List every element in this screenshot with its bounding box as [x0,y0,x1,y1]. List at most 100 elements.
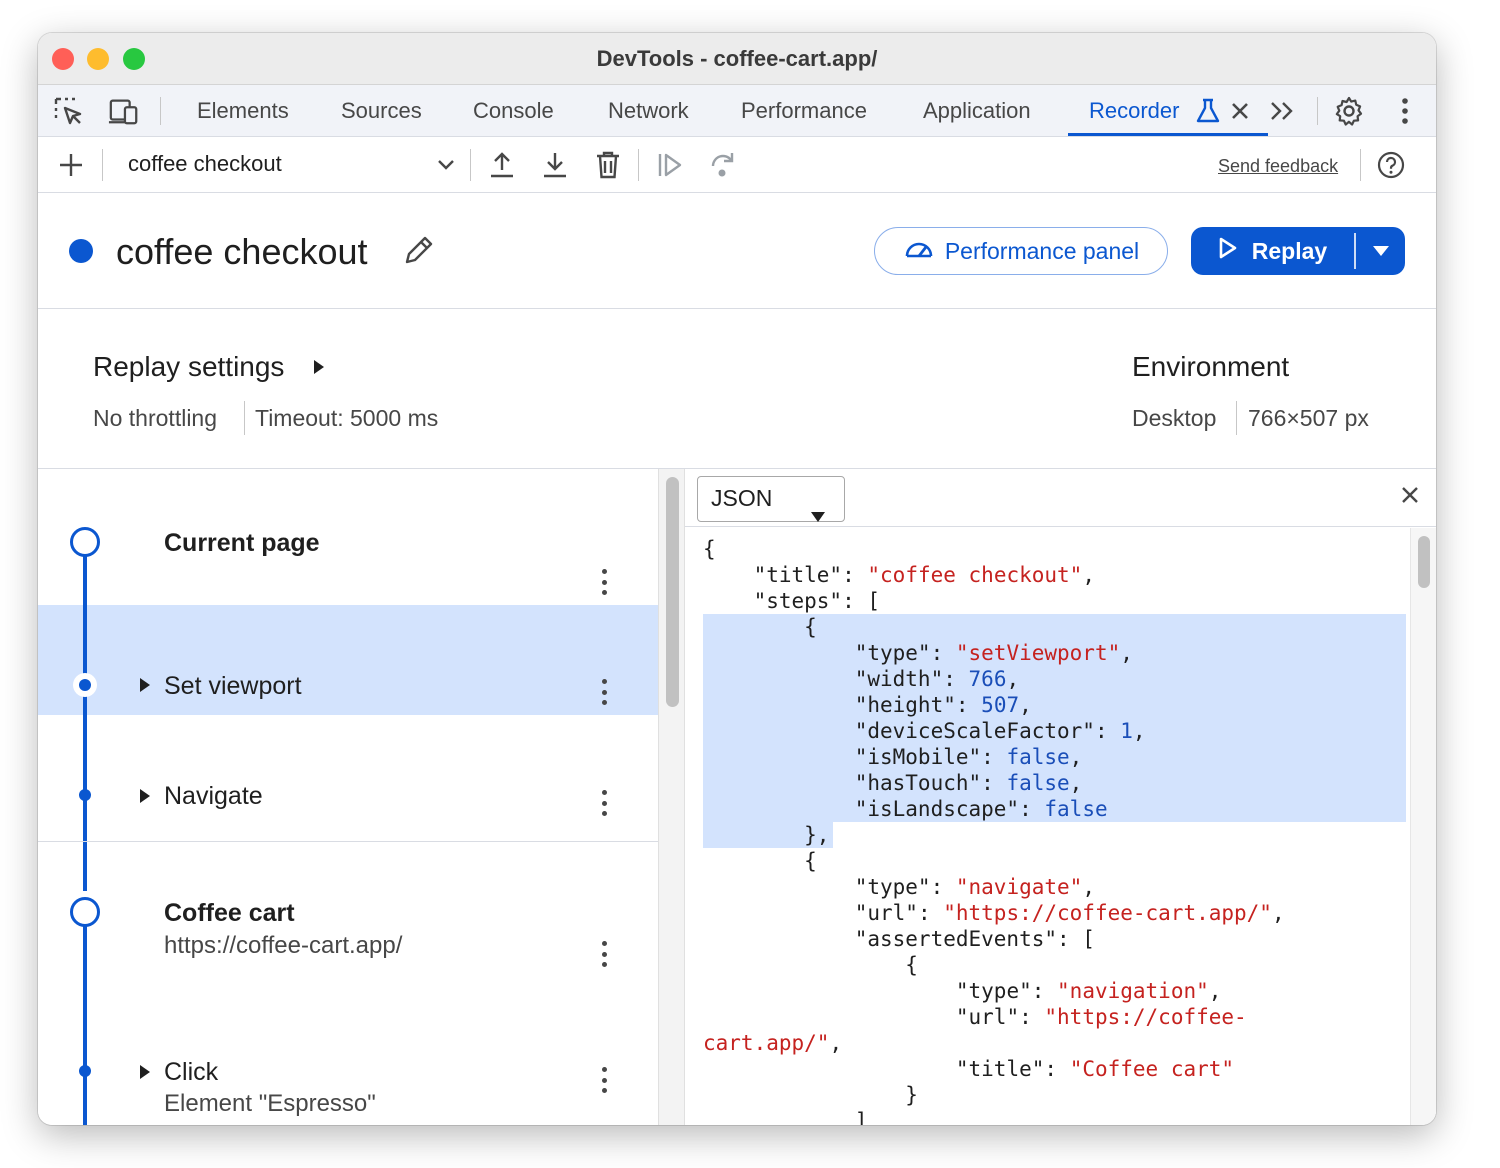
code-token: "hasTouch" [854,771,982,795]
timeline-line [83,926,87,1125]
code-token: { [703,615,817,639]
edit-pencil-icon[interactable] [402,233,436,267]
code-line: "height": 507, [703,692,1032,718]
code-line: "title": "Coffee cart" [703,1056,1234,1082]
code-token: 766 [968,667,1007,691]
tab-console[interactable]: Console [473,85,554,137]
expand-triangle-icon[interactable] [138,677,152,698]
devtools-tab-bar: Elements Sources Console Network Perform… [38,85,1436,137]
step-over-icon[interactable] [707,149,739,181]
devtools-window: DevTools - coffee-cart.app/ Elements Sou… [38,33,1436,1125]
inspect-element-icon[interactable] [52,96,84,126]
active-tab-indicator [1068,133,1268,136]
close-code-panel-icon[interactable] [1398,483,1422,507]
more-tabs-chevron-icon[interactable] [1267,96,1299,126]
code-token: "type" [854,875,931,899]
step-menu-icon[interactable] [594,567,614,597]
code-token: , [1019,693,1032,717]
send-feedback-link[interactable]: Send feedback [1218,156,1338,177]
performance-panel-button[interactable]: Performance panel [874,227,1168,275]
steps-scrollbar-thumb[interactable] [666,477,679,707]
expand-triangle-icon[interactable] [312,359,326,380]
replay-split-button[interactable]: Replay [1191,227,1405,275]
code-token: : [981,745,1007,769]
code-line: "type": "navigate", [703,874,1095,900]
expand-triangle-icon[interactable] [138,788,152,809]
code-token: false [1044,797,1108,821]
code-scrollbar[interactable] [1410,528,1436,1125]
import-download-icon[interactable] [539,149,571,181]
section-divider [38,841,658,842]
device-toolbar-icon[interactable] [108,96,140,126]
recording-title: coffee checkout [116,231,368,272]
code-token: , [1120,641,1133,665]
step-title[interactable]: Set viewport [164,672,302,701]
code-line: ] [703,1108,868,1125]
code-token: { [703,953,918,977]
code-token: "https://coffee-cart.app/" [943,901,1272,925]
tab-network[interactable]: Network [608,85,689,137]
tab-application[interactable]: Application [923,85,1031,137]
code-token: : [981,771,1007,795]
tab-recorder[interactable]: Recorder [1089,85,1179,137]
step-title[interactable]: Navigate [164,782,263,811]
step-node [73,673,97,697]
step-subtitle: Element "Espresso" [164,1090,376,1117]
tab-elements[interactable]: Elements [197,85,289,137]
section-node [70,897,100,927]
tab-sources[interactable]: Sources [341,85,422,137]
code-token: : [930,875,956,899]
code-line: "url": "https://coffee- [703,1004,1247,1030]
more-options-icon[interactable] [1389,96,1421,126]
recorder-toolbar: coffee checkout Send feedback [38,137,1436,193]
code-line: "url": "https://coffee-cart.app/", [703,900,1285,926]
expand-triangle-icon[interactable] [138,1064,152,1085]
export-upload-icon[interactable] [486,149,518,181]
code-token: , [1006,667,1020,691]
step-menu-icon[interactable] [594,1065,614,1095]
code-token: , [1132,719,1146,743]
steps-scrollbar[interactable] [658,469,685,1125]
code-token: } [703,1083,918,1107]
step-menu-icon[interactable] [594,677,614,707]
replay-settings-title[interactable]: Replay settings [93,351,284,383]
step-replay-icon[interactable] [654,149,686,181]
step-title[interactable]: Click [164,1058,218,1087]
help-icon[interactable] [1375,149,1407,181]
code-token: : [943,667,969,691]
chevron-down-icon[interactable] [430,149,462,181]
step-title[interactable]: Current page [164,529,320,558]
step-title[interactable]: Coffee cart [164,899,295,928]
code-scrollbar-thumb[interactable] [1418,536,1430,588]
close-tab-icon[interactable] [1224,96,1256,126]
section-node [70,527,100,557]
timeout-value[interactable]: Timeout: 5000 ms [255,405,438,432]
code-token: : [955,693,982,717]
recording-select[interactable]: coffee checkout [128,151,282,177]
performance-panel-label: Performance panel [944,237,1140,264]
replay-label: Replay [1251,237,1328,264]
code-format-select[interactable]: JSON [697,476,845,522]
replay-options-caret-icon[interactable] [1356,227,1405,275]
throttling-value[interactable]: No throttling [93,405,217,432]
replay-button[interactable]: Replay [1191,227,1354,275]
code-viewer[interactable]: { "title": "coffee checkout", "steps": [… [685,528,1410,1125]
code-line: }, [703,822,829,848]
code-token: , [1069,771,1083,795]
tab-performance[interactable]: Performance [741,85,867,137]
code-token: 507 [981,693,1020,717]
delete-trash-icon[interactable] [592,149,624,181]
create-recording-plus-icon[interactable] [55,149,87,181]
code-token: false [1006,771,1070,795]
step-menu-icon[interactable] [594,939,614,969]
code-token: , [1069,745,1083,769]
step-menu-icon[interactable] [594,788,614,818]
settings-gear-icon[interactable] [1333,96,1365,126]
code-token: }, [703,823,830,847]
recording-header: coffee checkout Performance panel Replay [38,193,1436,309]
